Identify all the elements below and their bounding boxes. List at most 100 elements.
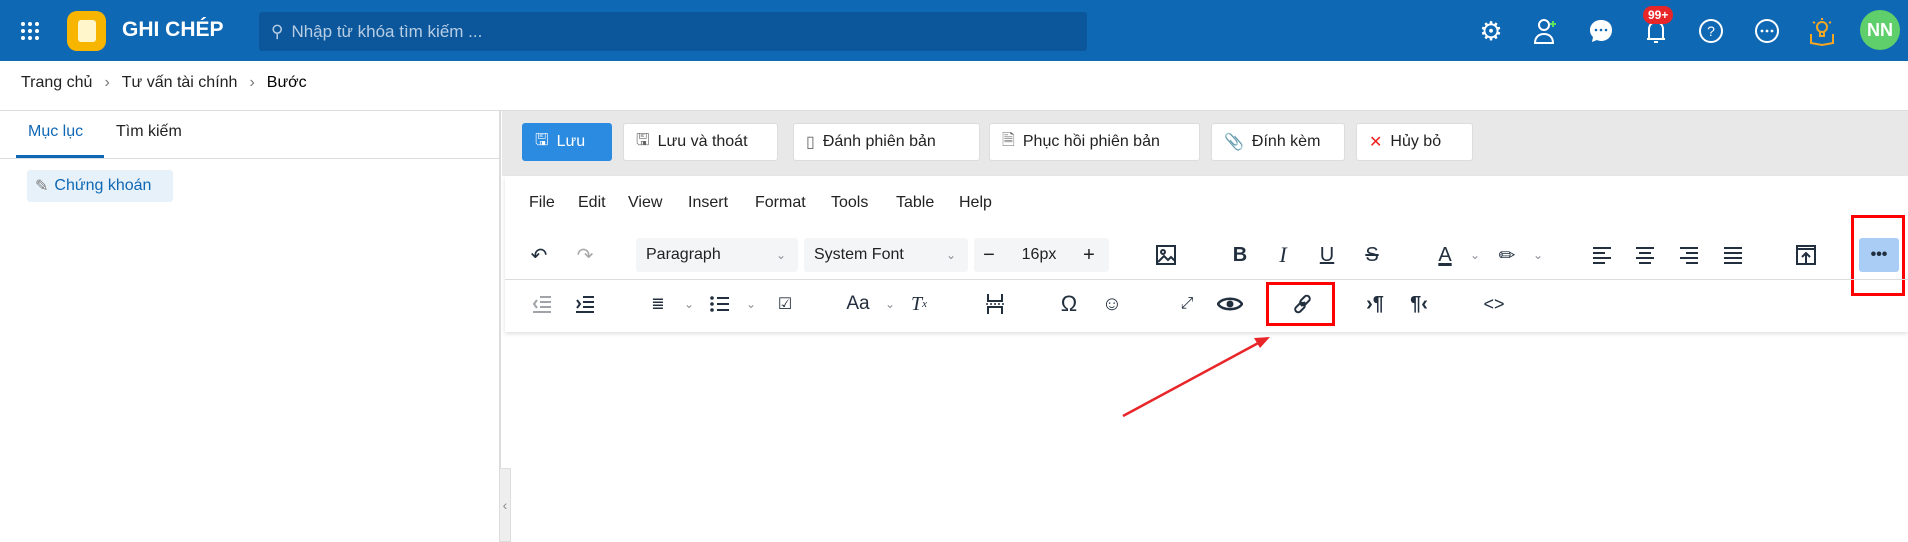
rtl-direction-icon[interactable]: ¶‹ [1402, 287, 1436, 321]
redo-icon[interactable]: ↷ [568, 238, 602, 272]
chevron-right-icon: › [249, 74, 255, 91]
numbered-list-icon[interactable]: ≣ [641, 287, 675, 321]
toolbar-divider [505, 279, 1908, 280]
emoji-icon[interactable]: ☺ [1095, 287, 1129, 321]
breadcrumb-home[interactable]: Trang chủ [21, 74, 92, 92]
tab-muc-luc[interactable]: Mục lục [28, 123, 83, 141]
block-format-select[interactable]: Paragraph ⌄ [636, 238, 798, 272]
bullet-list-icon[interactable] [703, 287, 737, 321]
cancel-label: Hủy bỏ [1390, 133, 1442, 150]
cancel-button[interactable]: ✕ Hủy bỏ [1356, 123, 1473, 161]
menu-insert[interactable]: Insert [688, 194, 728, 212]
divider [0, 158, 499, 159]
highlight-color-icon[interactable]: ✏ [1490, 238, 1524, 272]
breadcrumb-parent[interactable]: Tư vấn tài chính [122, 74, 238, 92]
document-icon: 🗎 [1002, 131, 1015, 149]
insert-image-icon[interactable] [1149, 238, 1183, 272]
chevron-down-icon: ⌄ [775, 248, 787, 262]
app-title: GHI CHÉP [122, 18, 224, 41]
menu-help[interactable]: Help [959, 194, 992, 212]
clear-formatting-icon[interactable]: Tx [902, 287, 936, 321]
highlight-box [1851, 215, 1905, 296]
save-label: Lưu [556, 133, 586, 150]
close-icon: ✕ [1369, 134, 1383, 151]
app-logo [67, 11, 106, 51]
preview-eye-icon[interactable] [1213, 287, 1247, 321]
lightbulb-book-icon[interactable] [1807, 16, 1837, 46]
chevron-down-icon[interactable]: ⌄ [682, 297, 696, 311]
font-family-value: System Font [814, 246, 904, 263]
sidebar-item-chung-khoan[interactable]: ✎ Chứng khoán [27, 170, 173, 202]
ltr-direction-icon[interactable]: ›¶ [1358, 287, 1392, 321]
block-format-value: Paragraph [646, 246, 721, 263]
sidebar-item-label: Chứng khoán [54, 177, 152, 194]
underline-icon[interactable]: U [1310, 238, 1344, 272]
italic-icon[interactable]: I [1266, 238, 1300, 272]
font-family-select[interactable]: System Font ⌄ [804, 238, 968, 272]
attach-button[interactable]: 📎 Đính kèm [1211, 123, 1345, 161]
edit-note-icon: ✎ [35, 178, 49, 195]
font-size-stepper: − 16px + [974, 238, 1109, 272]
search-icon: ⚲ [271, 21, 284, 41]
bookmark-icon: ▯ [806, 134, 815, 151]
save-exit-button[interactable]: 🖫 Lưu và thoát [623, 123, 778, 161]
save-button[interactable]: 🖫 Lưu [522, 123, 612, 161]
strikethrough-icon[interactable]: S [1355, 238, 1389, 272]
user-avatar[interactable]: NN [1860, 10, 1900, 50]
menu-table[interactable]: Table [896, 194, 934, 212]
tab-tim-kiem[interactable]: Tìm kiếm [116, 123, 182, 141]
breadcrumb-current: Bước [266, 74, 307, 91]
change-case-icon[interactable]: Aa [841, 287, 875, 321]
undo-icon[interactable]: ↶ [522, 238, 556, 272]
svg-text:?: ? [1707, 23, 1715, 39]
fullscreen-icon[interactable]: ⤢ [1170, 287, 1204, 321]
align-right-icon[interactable] [1672, 238, 1706, 272]
help-icon[interactable]: ? [1696, 16, 1726, 46]
special-character-icon[interactable]: Ω [1052, 287, 1086, 321]
version-button[interactable]: ▯ Đánh phiên bản [793, 123, 980, 161]
menu-format[interactable]: Format [755, 194, 806, 212]
add-user-icon[interactable] [1531, 16, 1561, 46]
chevron-right-icon: › [104, 74, 110, 91]
menu-edit[interactable]: Edit [578, 194, 606, 212]
source-code-icon[interactable]: <> [1477, 287, 1511, 321]
outdent-icon[interactable] [525, 287, 559, 321]
highlight-box [1266, 282, 1335, 326]
version-label: Đánh phiên bản [822, 133, 936, 150]
search-placeholder: Nhập từ khóa tìm kiếm ... [291, 21, 483, 41]
chevron-down-icon: ⌄ [945, 248, 957, 262]
floppy-icon: 🖫 [535, 131, 549, 149]
increase-font-size-button[interactable]: + [1074, 244, 1104, 267]
menu-view[interactable]: View [628, 194, 662, 212]
more-options-icon[interactable] [1752, 16, 1782, 46]
bold-icon[interactable]: B [1223, 238, 1257, 272]
menu-file[interactable]: File [529, 194, 555, 212]
collapse-sidebar-handle[interactable]: ‹ [499, 468, 511, 542]
align-left-icon[interactable] [1585, 238, 1619, 272]
apps-grid-icon[interactable] [15, 16, 45, 46]
restore-version-button[interactable]: 🗎 Phục hồi phiên bản [989, 123, 1200, 161]
settings-gear-icon[interactable]: ⚙ [1476, 16, 1506, 46]
align-center-icon[interactable] [1628, 238, 1662, 272]
text-color-icon[interactable]: A [1428, 238, 1462, 272]
chevron-down-icon[interactable]: ⌄ [883, 297, 897, 311]
menu-tools[interactable]: Tools [831, 194, 868, 212]
chevron-down-icon[interactable]: ⌄ [1468, 248, 1482, 262]
notification-badge: 99+ [1643, 6, 1674, 24]
chat-icon[interactable] [1586, 16, 1616, 46]
upload-publish-icon[interactable] [1789, 238, 1823, 272]
chevron-down-icon[interactable]: ⌄ [1531, 248, 1545, 262]
checklist-icon[interactable]: ☑ [768, 287, 802, 321]
top-header: GHI CHÉP ⚲ Nhập từ khóa tìm kiếm ... ⚙ 9… [0, 0, 1908, 61]
chevron-down-icon[interactable]: ⌄ [744, 297, 758, 311]
decrease-font-size-button[interactable]: − [974, 244, 1004, 267]
align-justify-icon[interactable] [1716, 238, 1750, 272]
paperclip-icon: 📎 [1224, 134, 1244, 151]
indent-icon[interactable] [568, 287, 602, 321]
attach-label: Đính kèm [1251, 133, 1321, 150]
page-break-icon[interactable] [978, 287, 1012, 321]
save-exit-label: Lưu và thoát [657, 133, 748, 150]
search-input[interactable]: ⚲ Nhập từ khóa tìm kiếm ... [259, 12, 1087, 51]
font-size-value[interactable]: 16px [1004, 246, 1074, 264]
breadcrumb: Trang chủ › Tư vấn tài chính › Bước [21, 74, 307, 92]
